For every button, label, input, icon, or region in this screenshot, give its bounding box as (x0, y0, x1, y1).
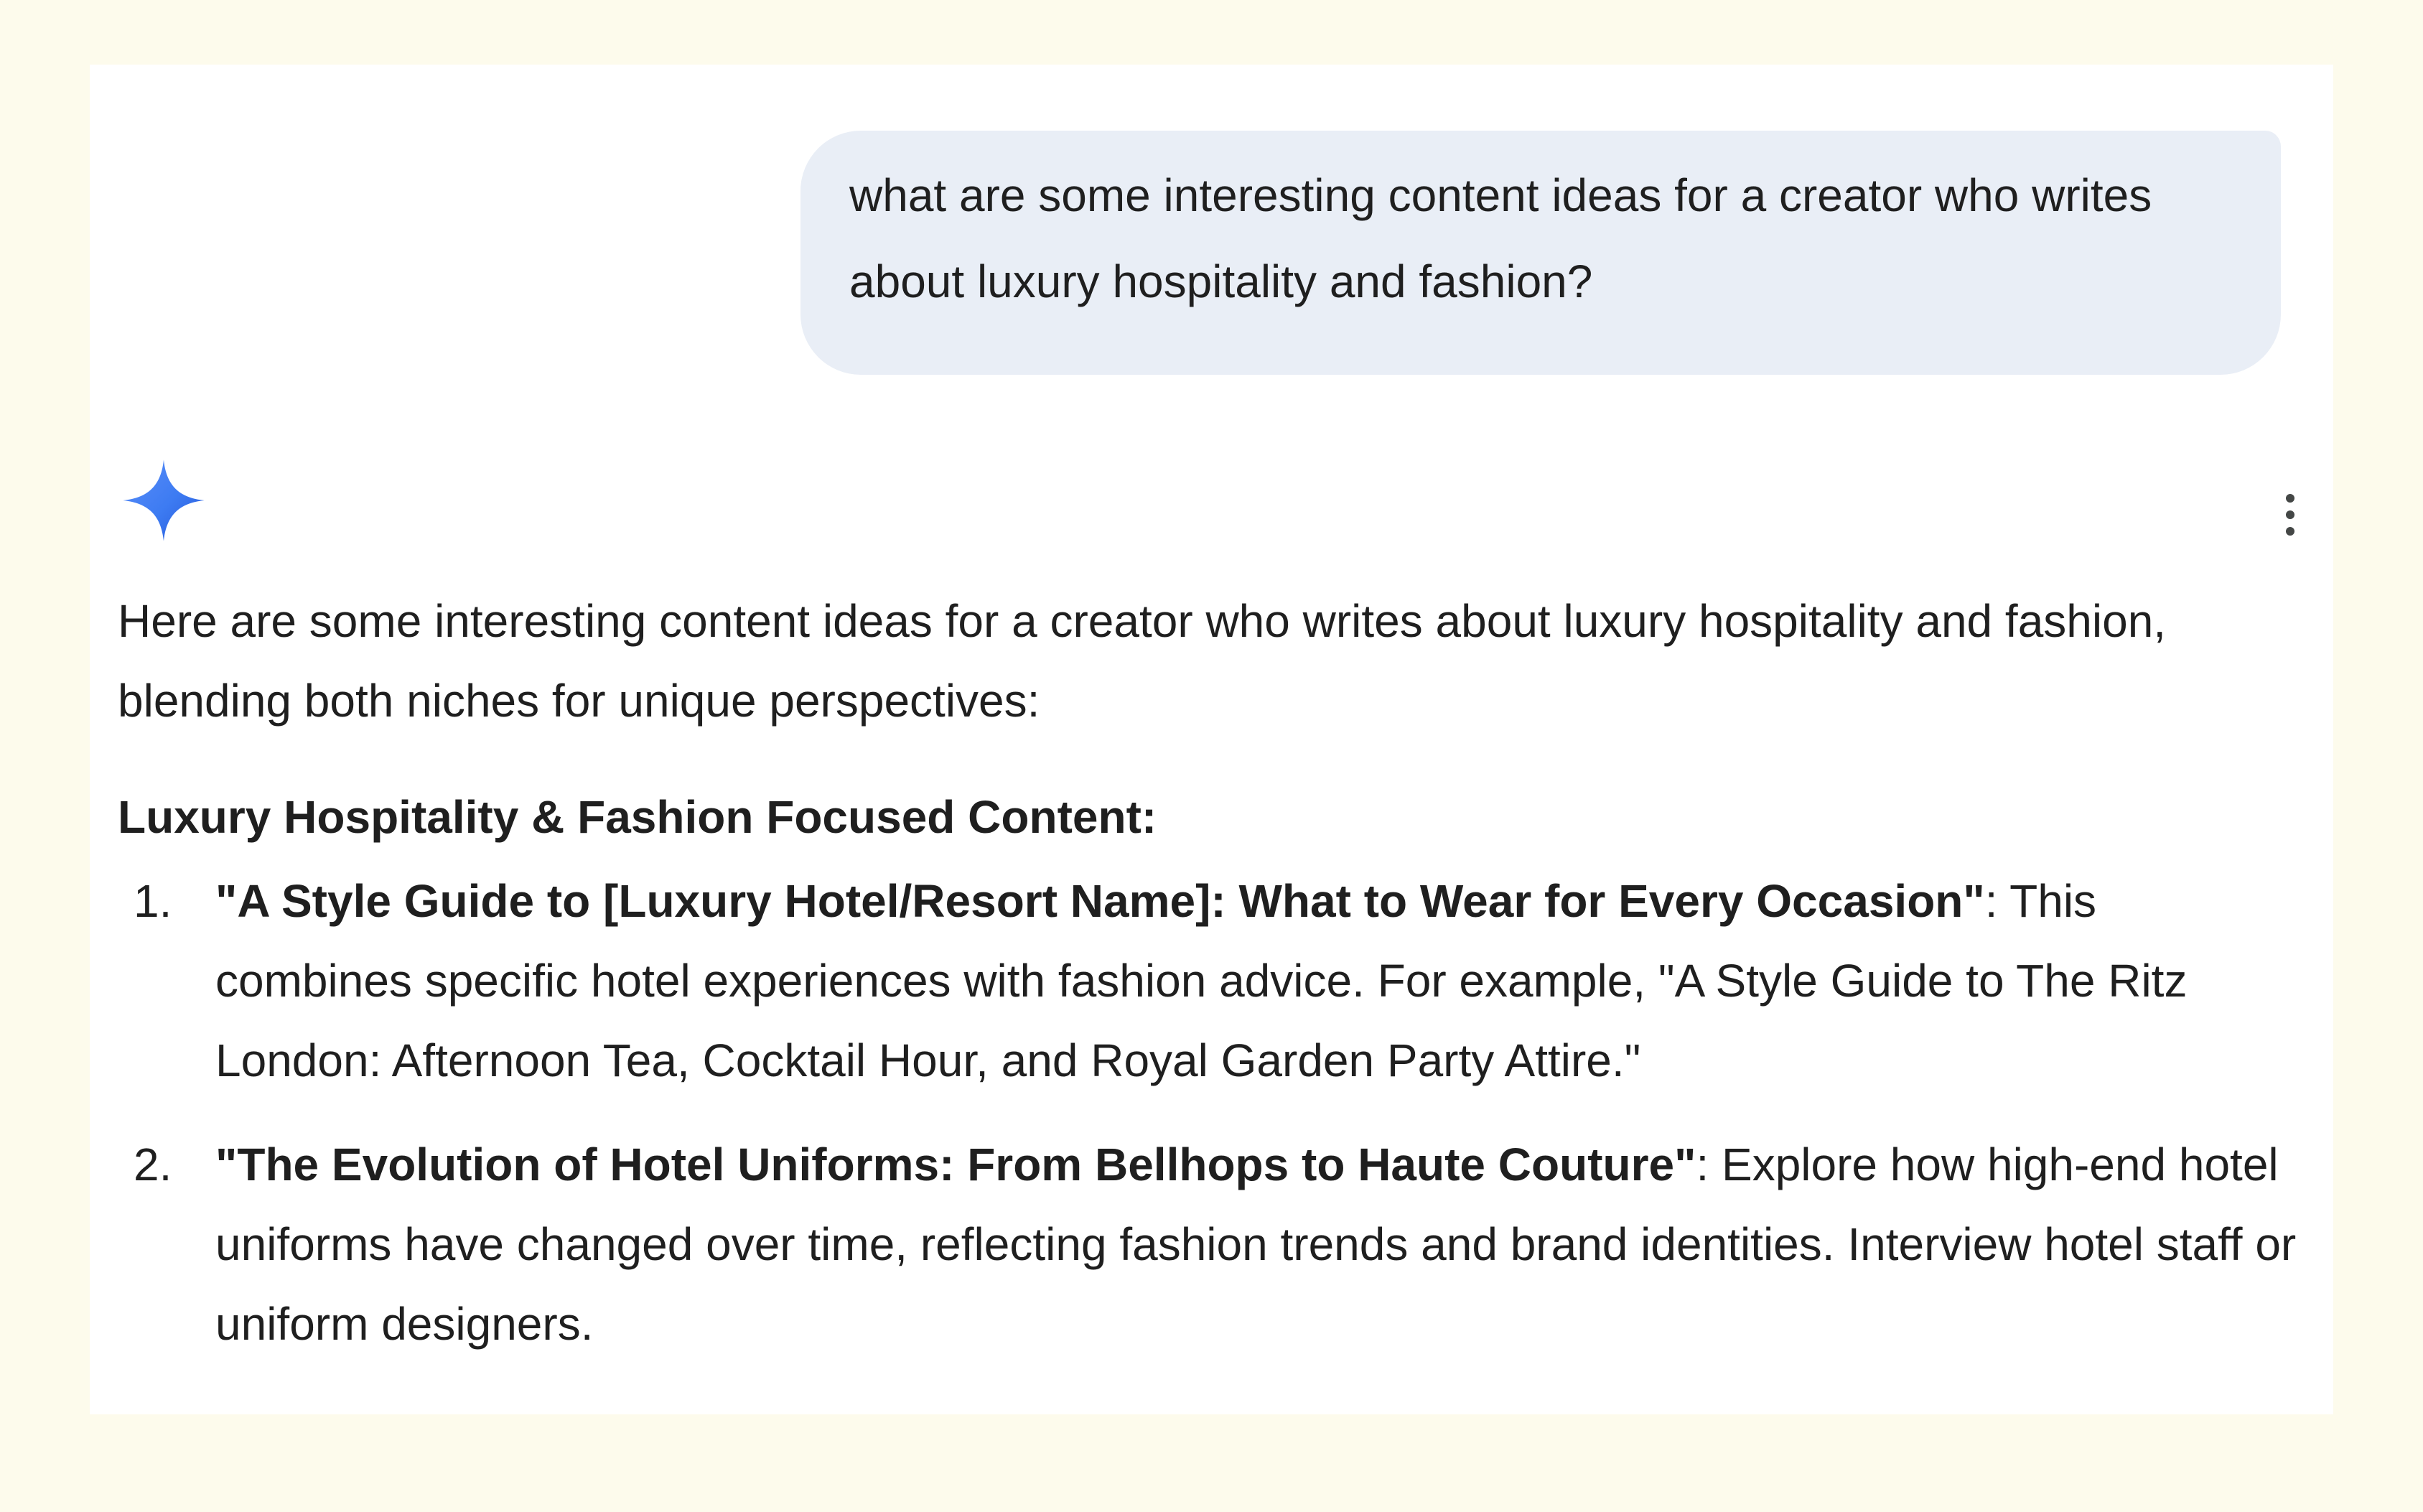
list-item-number: 2. (134, 1139, 172, 1190)
section-heading: Luxury Hospitality & Fashion Focused Con… (118, 791, 1157, 843)
idea-list: 1. "A Style Guide to [Luxury Hotel/Resor… (118, 862, 2300, 1364)
list-item-title: "A Style Guide to [Luxury Hotel/Resort N… (215, 875, 1985, 927)
model-response: Here are some interesting content ideas … (118, 582, 2300, 1389)
user-message-bubble: what are some interesting content ideas … (800, 131, 2281, 375)
list-item-title: "The Evolution of Hotel Uniforms: From B… (215, 1139, 1696, 1190)
user-message-text: what are some interesting content ideas … (849, 169, 2152, 307)
list-item: 1. "A Style Guide to [Luxury Hotel/Resor… (118, 862, 2300, 1101)
list-item-number: 1. (134, 875, 172, 927)
gemini-sparkle-icon (123, 459, 205, 541)
chat-panel: what are some interesting content ideas … (90, 65, 2333, 1414)
list-item: 2. "The Evolution of Hotel Uniforms: Fro… (118, 1125, 2300, 1364)
more-vertical-icon[interactable] (2272, 490, 2308, 540)
response-intro: Here are some interesting content ideas … (118, 595, 2167, 727)
